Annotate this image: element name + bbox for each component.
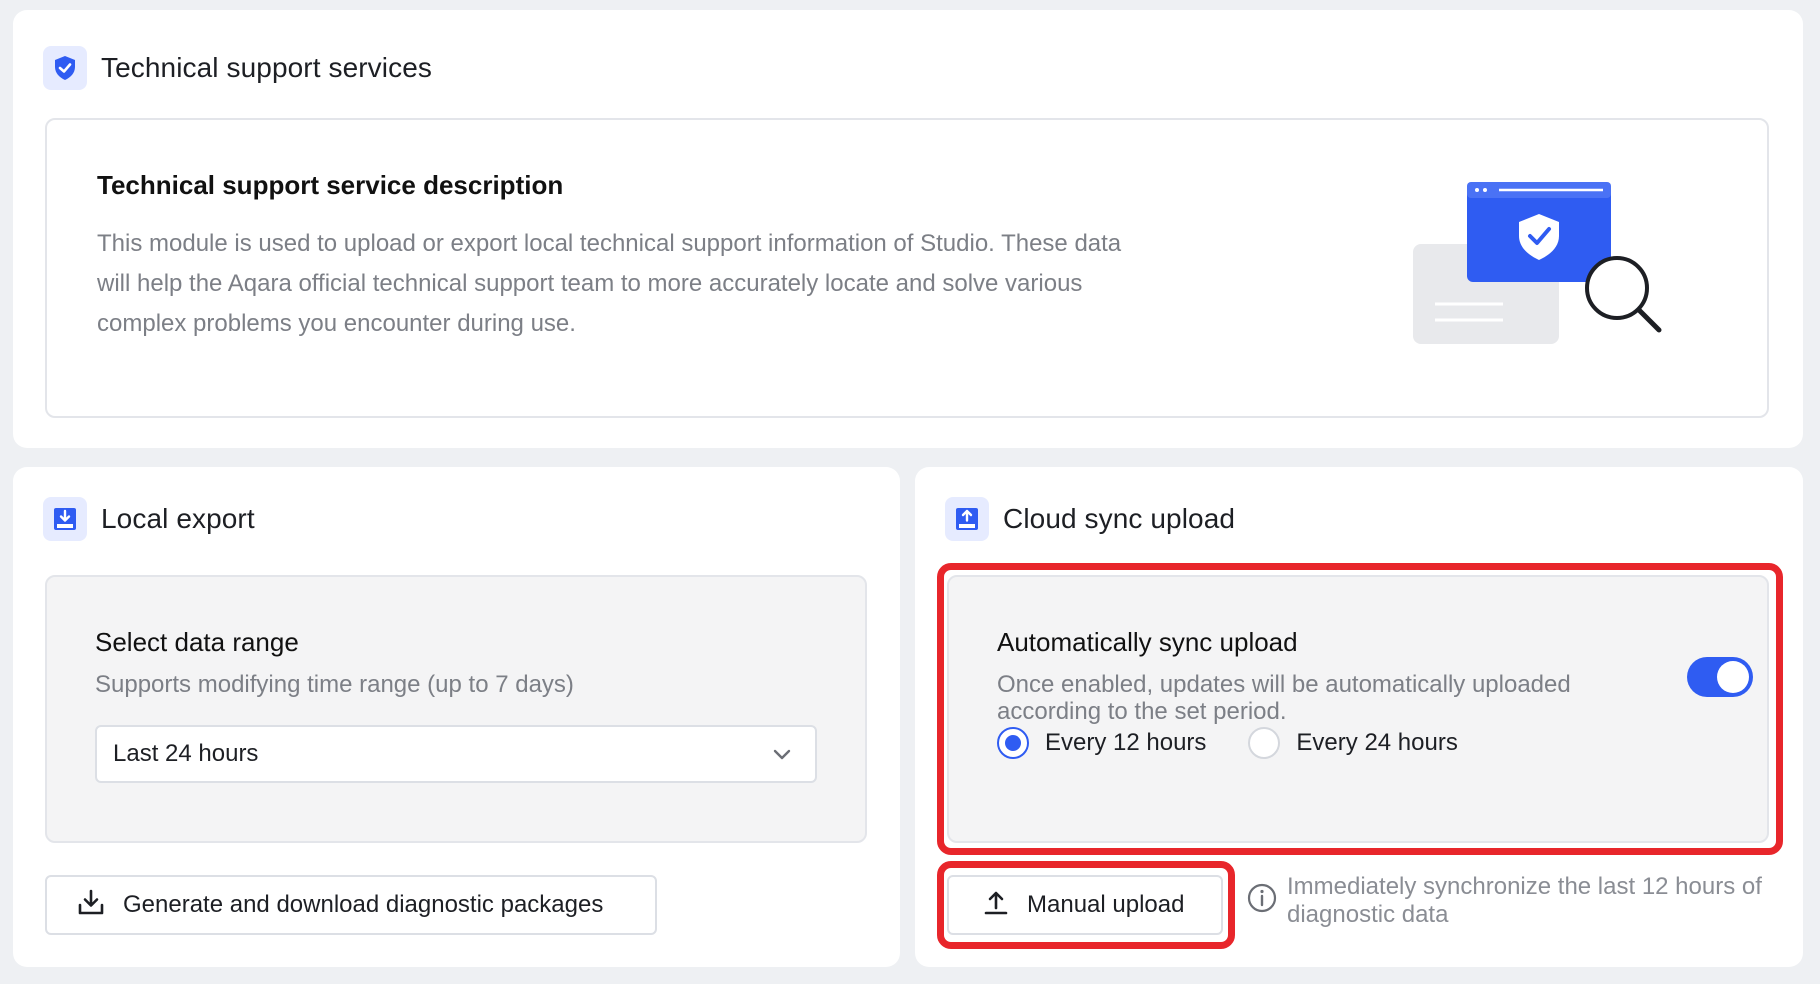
- radio-label-24-hours: Every 24 hours: [1296, 729, 1458, 756]
- upload-icon: [983, 889, 1009, 922]
- cloud-sync-header: Cloud sync upload: [945, 497, 1235, 541]
- cloud-sync-card: Cloud sync upload Automatically sync upl…: [915, 467, 1803, 967]
- upload-box-icon: [945, 497, 989, 541]
- auto-sync-toggle[interactable]: [1687, 657, 1753, 697]
- generate-download-label: Generate and download diagnostic package…: [123, 891, 604, 918]
- data-range-panel: Select data range Supports modifying tim…: [45, 575, 867, 843]
- technical-support-card: Technical support services Technical sup…: [13, 10, 1803, 448]
- support-illustration: [1407, 182, 1667, 357]
- radio-label-12-hours: Every 12 hours: [1045, 729, 1207, 756]
- description-title: Technical support service description: [97, 170, 564, 200]
- shield-check-icon: [43, 46, 87, 90]
- auto-sync-description: Once enabled, updates will be automatica…: [997, 671, 1571, 725]
- manual-upload-button[interactable]: Manual upload: [947, 875, 1223, 935]
- manual-upload-hint-text: Immediately synchronize the last 12 hour…: [1287, 873, 1762, 928]
- radio-every-24-hours[interactable]: [1248, 727, 1281, 759]
- radio-every-12-hours[interactable]: [997, 727, 1029, 759]
- auto-sync-panel: Automatically sync upload Once enabled, …: [947, 575, 1769, 843]
- data-range-value: Last 24 hours: [113, 740, 259, 767]
- info-icon: [1247, 883, 1277, 918]
- cloud-sync-title: Cloud sync upload: [1003, 503, 1236, 534]
- download-box-icon: [43, 497, 87, 541]
- technical-support-header: Technical support services: [43, 46, 432, 90]
- local-export-title: Local export: [101, 503, 255, 534]
- data-range-select[interactable]: Last 24 hours: [95, 725, 817, 783]
- generate-download-button[interactable]: Generate and download diagnostic package…: [45, 875, 657, 935]
- technical-support-title: Technical support services: [101, 52, 432, 83]
- description-panel: Technical support service description Th…: [45, 118, 1769, 418]
- sync-period-options: Every 12 hours Every 24 hours: [997, 727, 1458, 759]
- manual-upload-label: Manual upload: [1027, 891, 1185, 918]
- local-export-card: Local export Select data range Supports …: [13, 467, 900, 967]
- local-export-header: Local export: [43, 497, 255, 541]
- toggle-knob: [1717, 661, 1749, 693]
- chevron-down-icon: [771, 743, 793, 772]
- manual-upload-hint: Immediately synchronize the last 12 hour…: [1247, 873, 1767, 929]
- data-range-title: Select data range: [95, 627, 299, 657]
- data-range-subtitle: Supports modifying time range (up to 7 d…: [95, 671, 574, 698]
- download-icon: [77, 888, 105, 923]
- auto-sync-title: Automatically sync upload: [997, 627, 1298, 657]
- description-text: This module is used to upload or export …: [97, 230, 1122, 337]
